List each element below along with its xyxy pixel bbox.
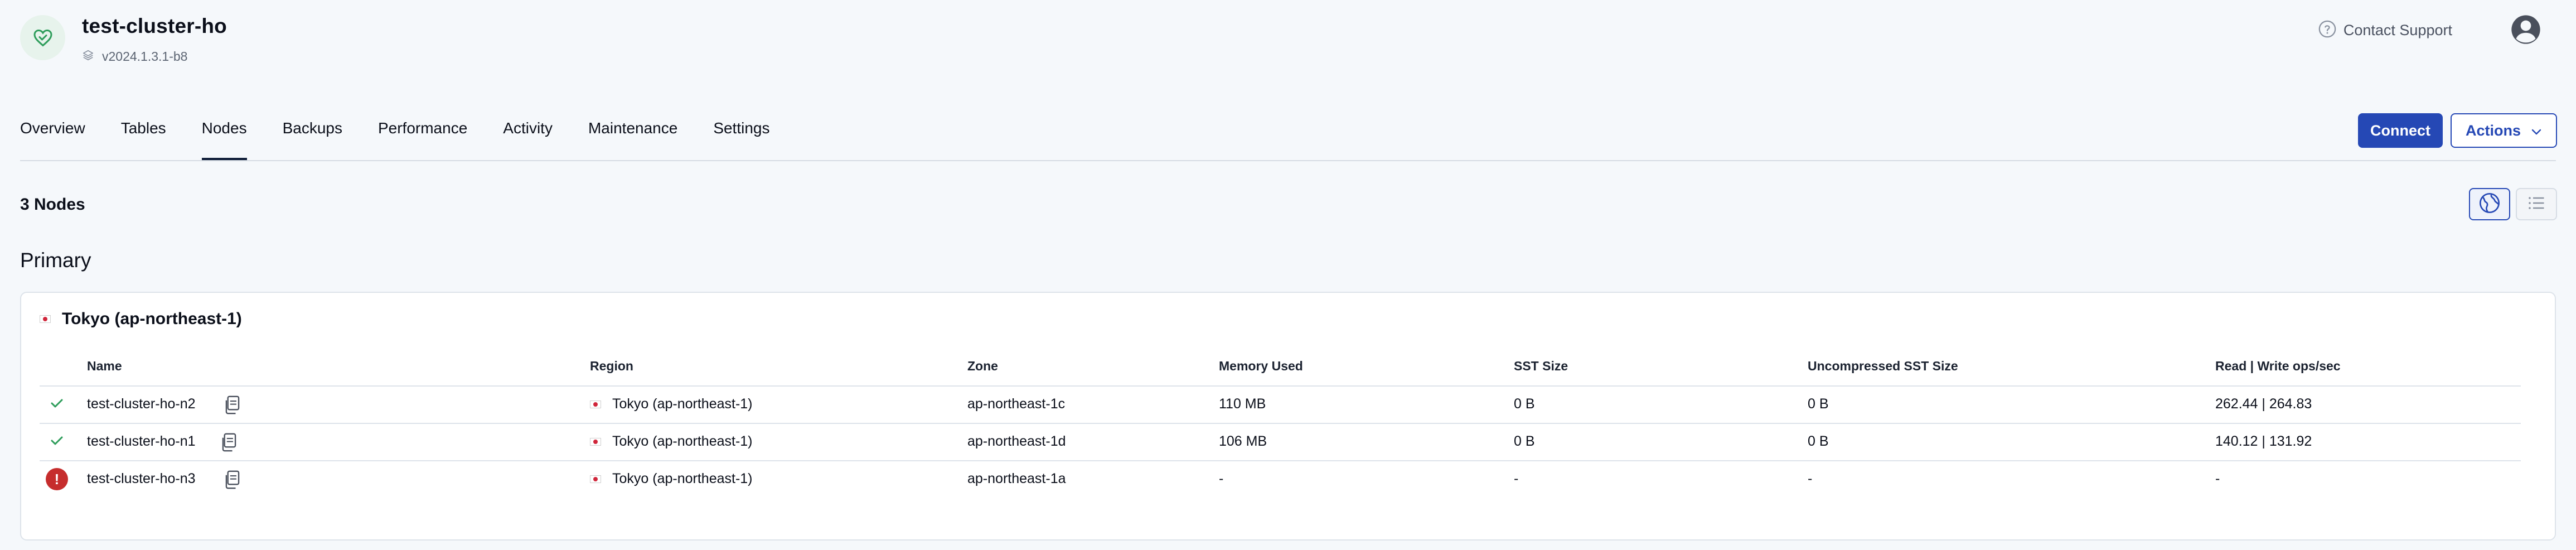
copy-icon[interactable] — [223, 395, 242, 418]
map-view-toggle[interactable] — [2469, 188, 2510, 220]
japan-flag-icon — [590, 437, 601, 446]
node-ops: 140.12 | 131.92 — [2215, 433, 2312, 449]
exclamation-icon: ! — [46, 468, 68, 490]
table-row[interactable]: test-cluster-ho-n2 Tokyo (ap-northeast-1… — [21, 387, 2555, 423]
node-region: Tokyo (ap-northeast-1) — [590, 396, 753, 412]
globe-icon — [2478, 192, 2501, 217]
tab-backups[interactable]: Backups — [283, 116, 342, 161]
question-circle-icon — [2318, 20, 2337, 41]
node-sst-size: 0 B — [1514, 396, 1535, 412]
japan-flag-icon — [590, 475, 601, 483]
node-region-label: Tokyo (ap-northeast-1) — [612, 433, 753, 449]
node-zone: ap-northeast-1d — [967, 433, 1066, 449]
node-uncompressed-sst: - — [1808, 471, 1813, 486]
node-name: test-cluster-ho-n2 — [87, 396, 196, 412]
node-uncompressed-sst: 0 B — [1808, 396, 1829, 412]
actions-button-label: Actions — [2465, 122, 2521, 139]
column-header-region: Region — [590, 359, 633, 373]
cluster-header: test-cluster-ho v2024.1.3.1-b8 Contact S… — [0, 0, 2576, 98]
chevron-down-icon — [2531, 122, 2542, 139]
tab-overview[interactable]: Overview — [20, 116, 85, 161]
column-header-zone: Zone — [967, 359, 998, 373]
section-title: Primary — [20, 249, 91, 272]
cluster-name: test-cluster-ho — [82, 15, 227, 37]
tab-tables[interactable]: Tables — [121, 116, 166, 161]
connect-button[interactable]: Connect — [2358, 113, 2443, 148]
node-name: test-cluster-ho-n1 — [87, 433, 196, 449]
node-sst-size: - — [1514, 471, 1519, 486]
node-ops: 262.44 | 264.83 — [2215, 396, 2312, 412]
node-region-label: Tokyo (ap-northeast-1) — [612, 471, 753, 486]
version-row: v2024.1.3.1-b8 — [82, 49, 187, 64]
japan-flag-icon — [590, 400, 601, 408]
tab-activity[interactable]: Activity — [503, 116, 553, 161]
heart-check-icon — [20, 15, 65, 60]
column-header-sst-size: SST Size — [1514, 359, 1568, 373]
node-region: Tokyo (ap-northeast-1) — [590, 433, 753, 450]
cluster-version: v2024.1.3.1-b8 — [102, 49, 188, 64]
node-region: Tokyo (ap-northeast-1) — [590, 471, 753, 487]
column-header-memory: Memory Used — [1219, 359, 1303, 373]
tab-performance[interactable]: Performance — [378, 116, 467, 161]
check-icon — [50, 434, 64, 450]
list-icon — [2526, 195, 2546, 214]
cluster-tabs: Overview Tables Nodes Backups Performanc… — [20, 116, 805, 161]
column-header-uncompressed-sst: Uncompressed SST Size — [1808, 359, 1958, 373]
node-region-label: Tokyo (ap-northeast-1) — [612, 396, 753, 412]
contact-support-link[interactable]: Contact Support — [2318, 20, 2452, 41]
node-uncompressed-sst: 0 B — [1808, 433, 1829, 449]
column-header-name: Name — [87, 359, 122, 373]
region-card: Tokyo (ap-northeast-1) Name Region Zone … — [20, 292, 2556, 541]
contact-support-label: Contact Support — [2343, 22, 2452, 38]
node-sst-size: 0 B — [1514, 433, 1535, 449]
table-row[interactable]: test-cluster-ho-n1 Tokyo (ap-northeast-1… — [21, 424, 2555, 461]
tab-maintenance[interactable]: Maintenance — [588, 116, 677, 161]
nodes-count: 3 Nodes — [20, 195, 85, 214]
copy-icon[interactable] — [223, 470, 242, 493]
node-memory: - — [1219, 471, 1224, 486]
tab-nodes[interactable]: Nodes — [201, 116, 247, 161]
node-zone: ap-northeast-1c — [967, 396, 1066, 412]
region-header: Tokyo (ap-northeast-1) — [40, 310, 242, 329]
node-memory: 106 MB — [1219, 433, 1267, 449]
japan-flag-icon — [40, 315, 51, 323]
check-icon — [50, 397, 64, 413]
layers-icon — [82, 49, 94, 64]
node-zone: ap-northeast-1a — [967, 471, 1066, 486]
node-memory: 110 MB — [1219, 396, 1266, 412]
actions-button[interactable]: Actions — [2451, 113, 2557, 148]
table-row[interactable]: ! test-cluster-ho-n3 Tokyo (ap-northeast… — [21, 461, 2555, 498]
node-name: test-cluster-ho-n3 — [87, 471, 196, 486]
tab-settings[interactable]: Settings — [713, 116, 769, 161]
user-avatar-icon[interactable] — [2510, 14, 2541, 45]
tabs-divider — [20, 160, 2556, 161]
list-view-toggle[interactable] — [2516, 188, 2557, 220]
column-header-ops: Read | Write ops/sec — [2215, 359, 2341, 373]
copy-icon[interactable] — [220, 432, 239, 455]
region-title: Tokyo (ap-northeast-1) — [62, 310, 242, 328]
node-ops: - — [2215, 471, 2220, 486]
